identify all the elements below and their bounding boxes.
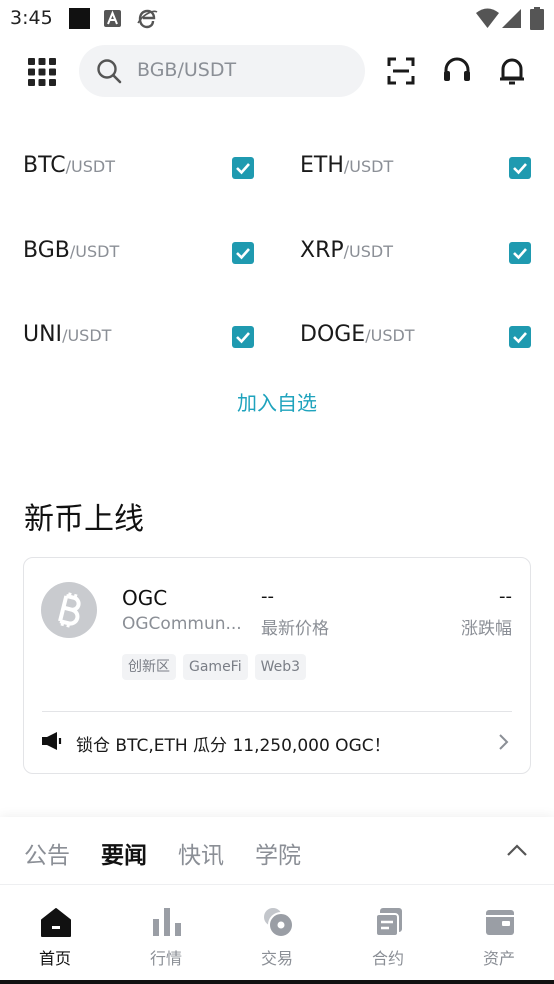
- pair-quote: /USDT: [69, 242, 120, 261]
- pair-bgb-usdt[interactable]: BGB/USDT: [23, 238, 119, 274]
- news-tabs: 公告 要闻 快讯 学院: [0, 817, 554, 885]
- latest-price-label: 最新价格: [261, 619, 329, 639]
- search-input[interactable]: BGB/USDT: [79, 45, 365, 97]
- new-listing-title: 新币上线: [24, 502, 144, 537]
- browser-notification-icon: [137, 9, 158, 29]
- pair-base: XRP: [300, 238, 344, 263]
- checkbox-xrp-checked-icon[interactable]: [509, 242, 531, 264]
- tag-innovation-zone: 创新区: [122, 654, 176, 680]
- pair-quote: /USDT: [65, 157, 115, 176]
- chevron-up-icon[interactable]: [506, 842, 528, 858]
- announcement-link[interactable]: 锁仓 BTC,ETH 瓜分 11,250,000 OGC！: [42, 724, 512, 760]
- app-notification-icon: [69, 8, 90, 29]
- tag-web3: Web3: [254, 654, 307, 680]
- nav-label: 合约: [371, 949, 404, 968]
- bell-icon[interactable]: [497, 56, 527, 86]
- nav-home[interactable]: 首页: [0, 885, 110, 980]
- pair-eth-usdt[interactable]: ETH/USDT: [300, 153, 393, 189]
- pair-base: DOGE: [300, 322, 366, 347]
- nav-label: 首页: [38, 949, 71, 968]
- nav-markets[interactable]: 行情: [111, 885, 221, 980]
- change-value: --: [499, 586, 512, 607]
- wifi-icon: [476, 8, 499, 28]
- nav-label: 行情: [149, 949, 182, 968]
- font-notification-icon: [104, 10, 121, 27]
- scan-icon[interactable]: [386, 56, 416, 86]
- tab-announcements[interactable]: 公告: [24, 836, 70, 870]
- pair-base: BTC: [23, 153, 66, 178]
- pair-uni-usdt[interactable]: UNI/USDT: [23, 322, 111, 358]
- pair-base: UNI: [23, 322, 63, 347]
- bitcoin-logo-icon: [41, 582, 97, 638]
- nav-assets[interactable]: 资产: [444, 885, 554, 980]
- pair-btc-usdt[interactable]: BTC/USDT: [23, 153, 115, 189]
- chart-bars-icon: [153, 908, 181, 936]
- coin-symbol: OGC: [122, 586, 168, 610]
- contract-icon: [375, 908, 402, 937]
- battery-icon: [530, 7, 544, 30]
- latest-price-value: --: [261, 586, 274, 607]
- search-icon: [97, 59, 122, 84]
- status-time: 3:45: [10, 7, 53, 29]
- bottom-nav: 首页 行情 交易 合约 资产: [0, 885, 554, 980]
- home-icon: [41, 908, 71, 937]
- add-to-favorites-button[interactable]: 加入自选: [0, 387, 554, 416]
- change-label: 涨跌幅: [461, 619, 512, 639]
- pair-quote: /USDT: [343, 242, 393, 261]
- status-bar: 3:45: [0, 0, 554, 36]
- tab-headlines[interactable]: 要闻: [101, 836, 147, 870]
- pair-base: BGB: [23, 238, 70, 263]
- nav-label: 资产: [482, 949, 515, 968]
- app-grid-menu-icon[interactable]: [28, 58, 56, 86]
- tag-gamefi: GameFi: [183, 654, 248, 680]
- coin-name: OGCommun...: [122, 614, 242, 634]
- checkbox-uni-checked-icon[interactable]: [232, 326, 254, 348]
- chevron-right-icon: [499, 734, 509, 750]
- search-placeholder: BGB/USDT: [137, 59, 237, 81]
- trade-icon: [264, 908, 294, 938]
- wallet-icon: [486, 910, 514, 935]
- cell-signal-icon: [502, 9, 521, 28]
- pair-base: ETH: [300, 153, 344, 178]
- nav-label: 交易: [260, 949, 293, 968]
- megaphone-icon: [42, 732, 62, 750]
- tab-flash-news[interactable]: 快讯: [178, 836, 224, 870]
- checkbox-btc-checked-icon[interactable]: [232, 157, 254, 179]
- coin-tags: 创新区 GameFi Web3: [122, 654, 307, 680]
- new-listing-card[interactable]: OGC OGCommun... -- 最新价格 -- 涨跌幅 创新区 GameF…: [23, 557, 531, 774]
- customer-support-icon[interactable]: [442, 56, 472, 86]
- pair-quote: /USDT: [62, 326, 112, 345]
- tab-academy[interactable]: 学院: [255, 836, 301, 870]
- card-divider: [42, 711, 512, 712]
- pair-xrp-usdt[interactable]: XRP/USDT: [300, 238, 393, 274]
- system-nav-bar: [0, 980, 554, 984]
- nav-futures[interactable]: 合约: [333, 885, 443, 980]
- announcement-text: 锁仓 BTC,ETH 瓜分 11,250,000 OGC！: [76, 736, 391, 756]
- checkbox-eth-checked-icon[interactable]: [509, 157, 531, 179]
- pair-doge-usdt[interactable]: DOGE/USDT: [300, 322, 415, 358]
- pair-quote: /USDT: [343, 157, 394, 176]
- top-header: BGB/USDT: [0, 36, 554, 106]
- checkbox-doge-checked-icon[interactable]: [509, 326, 531, 348]
- checkbox-bgb-checked-icon[interactable]: [232, 242, 254, 264]
- nav-trade[interactable]: 交易: [222, 885, 332, 980]
- pair-quote: /USDT: [365, 326, 415, 345]
